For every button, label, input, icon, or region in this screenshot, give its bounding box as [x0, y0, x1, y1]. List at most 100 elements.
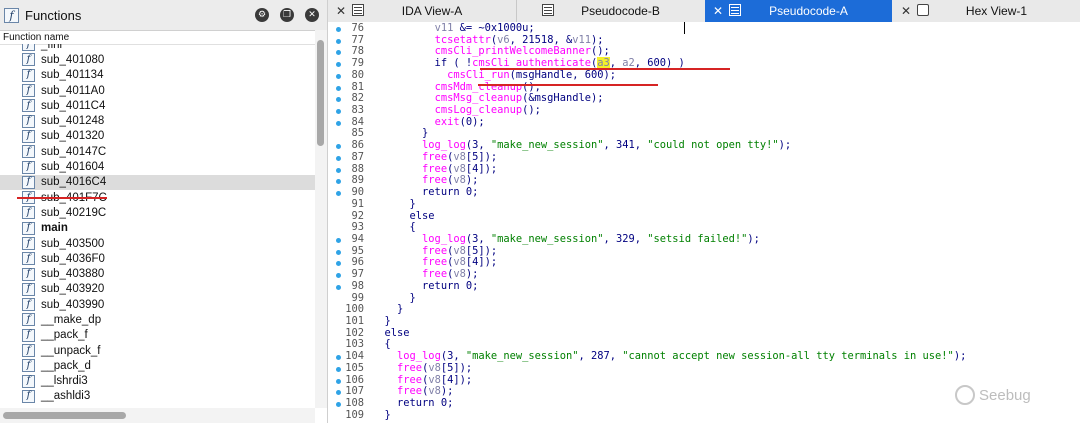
function-list-item[interactable]: f _fini	[0, 44, 315, 52]
function-list-item[interactable]: f sub_401080	[0, 52, 315, 67]
code-line[interactable]: 99 }	[328, 292, 1080, 305]
function-list-item[interactable]: f sub_401134	[0, 68, 315, 83]
function-list[interactable]: f _fini f sub_401080 f sub_401134 f sub_4011A0 f…	[0, 44, 315, 408]
function-list-item[interactable]: f sub_403880	[0, 266, 315, 281]
function-list-item[interactable]: f sub_403990	[0, 297, 315, 312]
function-list-item[interactable]: f sub_401248	[0, 113, 315, 128]
function-name: main	[41, 222, 68, 235]
breakpoint-dot[interactable]	[336, 73, 341, 79]
function-list-item[interactable]: f __lshrdi3	[0, 374, 315, 389]
tab-pseudocode-a[interactable]: ✕ Pseudocode-A	[705, 0, 892, 22]
code-token: , 21518, &	[509, 33, 573, 46]
code-line[interactable]: 100 }	[328, 303, 1080, 316]
function-list-item[interactable]: f __make_dp	[0, 312, 315, 327]
code-line[interactable]: 102 else	[328, 327, 1080, 340]
pseudocode-view[interactable]: 76 v11 &= ~0x1000u; 77 tcsetattr(v6, 2151…	[328, 22, 1080, 423]
function-list-item[interactable]: f sub_4011C4	[0, 98, 315, 113]
code-token: tcsetattr	[434, 33, 491, 46]
breakpoint-dot[interactable]	[336, 38, 341, 44]
breakpoint-dot[interactable]	[336, 273, 341, 279]
copy-icon[interactable]: ❐	[280, 8, 294, 22]
code-line[interactable]: 92 else	[328, 210, 1080, 223]
breakpoint-dot[interactable]	[336, 50, 341, 56]
code-token: cmsLog_cleanup	[434, 104, 523, 117]
breakpoint-dot[interactable]	[336, 155, 341, 161]
code-token: return 0;	[372, 279, 479, 292]
seebug-logo-icon	[955, 385, 975, 405]
code-line[interactable]: 84 exit(0);	[328, 115, 1080, 129]
horizontal-scroll-thumb[interactable]	[3, 412, 126, 419]
breakpoint-dot[interactable]	[336, 109, 341, 115]
tab-hex-view-1[interactable]: ✕ Hex View-1	[893, 0, 1080, 22]
code-token: [4]);	[465, 256, 498, 269]
function-list-item[interactable]: f sub_403500	[0, 236, 315, 251]
line-number: 80	[351, 68, 364, 81]
vertical-scrollbar[interactable]	[315, 30, 327, 408]
breakpoint-dot[interactable]	[336, 237, 341, 243]
function-icon: f	[22, 68, 35, 82]
function-list-item[interactable]: f __pack_d	[0, 358, 315, 373]
code-line[interactable]: 91 }	[328, 198, 1080, 211]
function-name: sub_403500	[41, 237, 105, 250]
vertical-scroll-thumb[interactable]	[317, 40, 324, 146]
function-list-item[interactable]: f sub_403920	[0, 282, 315, 297]
tab-pseudocode-b[interactable]: Pseudocode-B	[517, 0, 704, 22]
breakpoint-dot[interactable]	[336, 355, 341, 361]
breakpoint-dot[interactable]	[336, 249, 341, 255]
watermark-text: Seebug	[979, 386, 1031, 404]
code-line[interactable]: 109 }	[328, 409, 1080, 422]
code-token: (3,	[465, 232, 491, 245]
tab-ida-view-a[interactable]: ✕ IDA View-A	[328, 0, 516, 22]
function-list-item[interactable]: f sub_401604	[0, 159, 315, 174]
code-line[interactable]: 98 return 0;	[328, 279, 1080, 293]
function-list-item[interactable]: f __ashldi3	[0, 389, 315, 404]
function-list-item[interactable]: f sub_4011A0	[0, 83, 315, 98]
breakpoint-dot[interactable]	[336, 97, 341, 103]
code-token: [4]);	[440, 373, 473, 386]
function-list-item[interactable]: f sub_4016C4	[0, 174, 315, 190]
watermark: Seebug	[955, 385, 1031, 405]
function-list-item[interactable]: f sub_40219C	[0, 205, 315, 220]
code-token: [5]);	[440, 361, 473, 374]
function-list-item[interactable]: f sub_4036F0	[0, 251, 315, 266]
function-list-item[interactable]: f __pack_f	[0, 328, 315, 343]
breakpoint-dot[interactable]	[336, 366, 341, 372]
text-cursor	[684, 22, 685, 34]
settings-icon[interactable]: ⚙	[255, 8, 269, 22]
code-token: (0);	[459, 115, 485, 128]
breakpoint-dot[interactable]	[336, 62, 341, 68]
code-line[interactable]: 101 }	[328, 315, 1080, 328]
function-name: sub_403920	[41, 283, 105, 296]
function-icon: f	[22, 145, 35, 159]
breakpoint-dot[interactable]	[336, 85, 341, 91]
code-token: ();	[522, 104, 541, 117]
close-icon[interactable]: ✕	[305, 8, 319, 22]
code-token: );	[591, 33, 604, 46]
breakpoint-dot[interactable]	[336, 191, 341, 197]
breakpoint-dot[interactable]	[336, 167, 341, 173]
function-icon: f	[22, 175, 35, 189]
function-list-item[interactable]: f main	[0, 221, 315, 236]
breakpoint-dot[interactable]	[336, 179, 341, 185]
code-line[interactable]: 90 return 0;	[328, 186, 1080, 199]
function-list-item[interactable]: f sub_40147C	[0, 144, 315, 159]
column-header-function-name[interactable]: Function name	[0, 31, 327, 45]
code-token: (&msgHandle);	[522, 92, 604, 105]
breakpoint-dot[interactable]	[336, 261, 341, 267]
function-list-item[interactable]: f sub_401320	[0, 129, 315, 144]
breakpoint-dot[interactable]	[336, 402, 341, 408]
breakpoint-dot[interactable]	[336, 144, 341, 150]
horizontal-scrollbar[interactable]	[0, 408, 315, 423]
breakpoint-dot[interactable]	[336, 27, 341, 32]
breakpoint-dot[interactable]	[336, 284, 341, 290]
breakpoint-dot[interactable]	[336, 378, 341, 384]
function-list-item[interactable]: f __unpack_f	[0, 343, 315, 358]
breakpoint-dot[interactable]	[336, 390, 341, 396]
breakpoint-dot[interactable]	[336, 120, 341, 126]
function-name: sub_40147C	[41, 145, 107, 158]
